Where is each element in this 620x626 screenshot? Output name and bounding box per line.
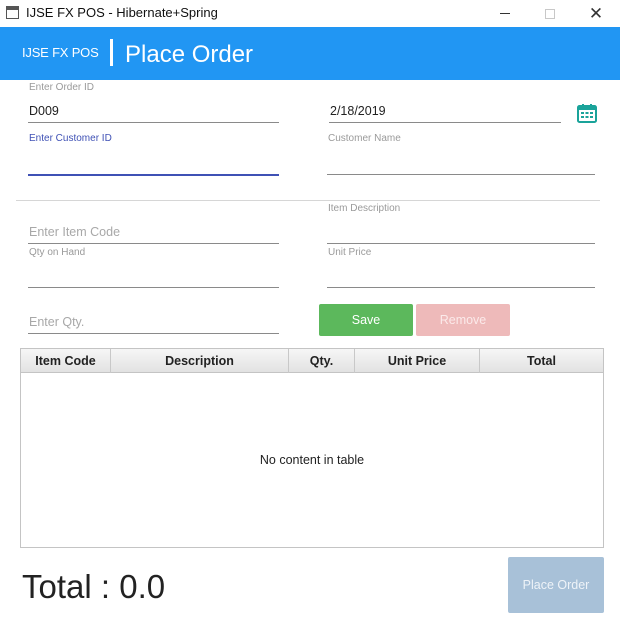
close-icon: ✕: [588, 3, 604, 23]
column-header-unit-price[interactable]: Unit Price: [355, 349, 480, 373]
unit-price-underline: [327, 287, 595, 288]
app-icon: [6, 6, 19, 19]
close-button[interactable]: ✕: [573, 0, 619, 27]
customer-id-label: Enter Customer ID: [29, 133, 112, 144]
item-code-field[interactable]: Enter Item Code: [28, 222, 279, 246]
place-order-button[interactable]: Place Order: [508, 557, 604, 613]
calendar-icon[interactable]: [577, 103, 597, 123]
order-id-label: Enter Order ID: [29, 82, 95, 93]
column-header-description[interactable]: Description: [111, 349, 289, 373]
minimize-icon: [500, 13, 510, 14]
brand-label: IJSE FX POS: [22, 45, 99, 60]
order-id-underline: [28, 122, 279, 123]
column-header-total[interactable]: Total: [480, 349, 603, 373]
order-total: Total : 0.0: [22, 568, 166, 605]
column-header-qty[interactable]: Qty.: [289, 349, 355, 373]
item-description-field[interactable]: Item Description: [327, 203, 595, 247]
maximize-icon: [545, 8, 555, 19]
qty-on-hand-underline: [28, 287, 279, 288]
order-id-field[interactable]: Enter Order ID D009: [28, 82, 279, 124]
item-code-underline: [28, 243, 279, 244]
qty-placeholder: Enter Qty.: [29, 315, 85, 329]
customer-name-underline: [327, 174, 595, 175]
order-date-value: 2/18/2019: [330, 104, 386, 118]
app-header: IJSE FX POS Place Order: [0, 27, 620, 80]
minimize-button[interactable]: [482, 0, 528, 27]
customer-id-underline: [28, 174, 279, 176]
qty-field[interactable]: Enter Qty.: [28, 313, 279, 337]
table-header: Item Code Description Qty. Unit Price To…: [21, 349, 603, 373]
unit-price-field[interactable]: Unit Price: [327, 247, 595, 291]
qty-on-hand-label: Qty on Hand: [29, 247, 86, 258]
maximize-button[interactable]: [527, 0, 573, 27]
window-titlebar: IJSE FX POS - Hibernate+Spring ✕: [0, 0, 620, 27]
order-date-picker[interactable]: 2/18/2019: [329, 82, 561, 124]
remove-button[interactable]: Remove: [416, 304, 510, 336]
unit-price-label: Unit Price: [328, 247, 372, 258]
item-description-underline: [327, 243, 595, 244]
save-button[interactable]: Save: [319, 304, 413, 336]
customer-name-field[interactable]: Customer Name: [327, 133, 595, 178]
qty-underline: [28, 333, 279, 334]
window-title: IJSE FX POS - Hibernate+Spring: [26, 5, 218, 20]
header-divider: [110, 39, 113, 66]
customer-id-field[interactable]: Enter Customer ID: [28, 133, 279, 178]
qty-on-hand-field[interactable]: Qty on Hand: [28, 247, 279, 291]
order-date-underline: [329, 122, 561, 123]
table-empty-message: No content in table: [259, 453, 365, 467]
section-divider: [16, 200, 600, 201]
item-code-placeholder: Enter Item Code: [29, 225, 121, 239]
page-title: Place Order: [125, 41, 254, 68]
item-description-label: Item Description: [328, 203, 401, 214]
column-header-item-code[interactable]: Item Code: [21, 349, 111, 373]
customer-name-label: Customer Name: [328, 133, 401, 144]
order-id-value: D009: [29, 104, 59, 118]
order-items-table[interactable]: Item Code Description Qty. Unit Price To…: [20, 348, 604, 548]
